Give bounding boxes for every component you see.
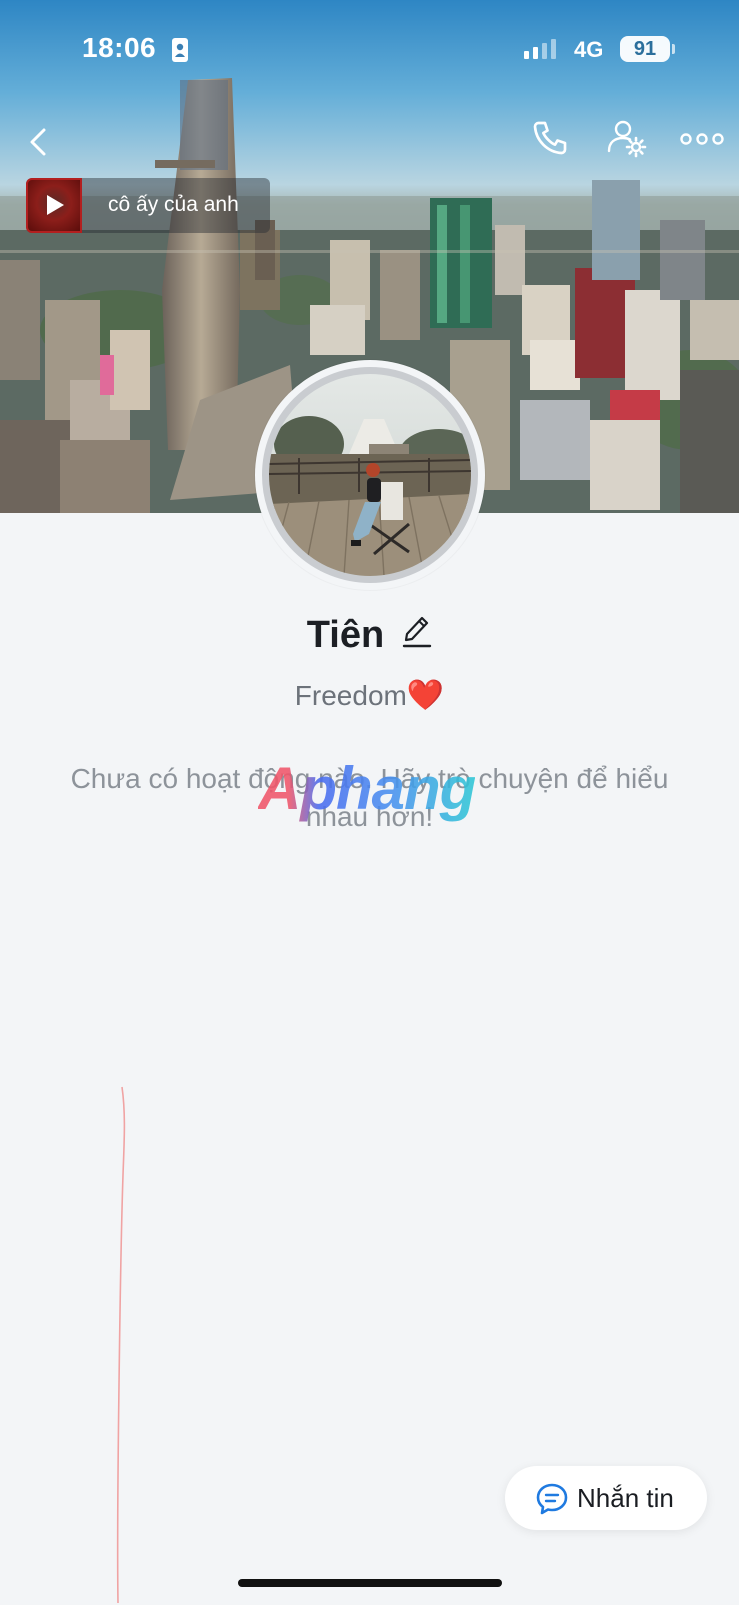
empty-activity-message: Chưa có hoạt động nào. Hãy trò chuyện để… — [70, 763, 669, 832]
more-options-button[interactable] — [680, 124, 724, 154]
pencil-icon — [403, 616, 432, 648]
play-icon — [47, 195, 64, 215]
bio-text: Freedom — [294, 680, 407, 711]
music-title: cô ấy của anh — [108, 193, 239, 216]
heart-emoji: ❤️ — [406, 679, 445, 712]
cellular-signal-icon — [524, 39, 556, 59]
status-time: 18:06 — [82, 32, 157, 63]
profile-settings-button[interactable] — [606, 118, 650, 162]
phone-icon — [533, 121, 567, 155]
send-message-label: Nhắn tin — [577, 1483, 674, 1513]
profile-name-row: Tiên — [0, 612, 739, 658]
profile-name: Tiên — [306, 613, 385, 656]
profile-music-chip[interactable]: cô ấy của anh — [26, 178, 270, 233]
call-button[interactable] — [530, 118, 570, 158]
edit-name-button[interactable] — [402, 612, 432, 658]
battery-indicator: 91 — [620, 36, 670, 62]
back-button[interactable] — [24, 122, 54, 162]
avatar[interactable] — [262, 367, 478, 583]
profile-bio: Freedom❤️ — [0, 678, 739, 713]
pink-scribble-mark — [116, 1086, 126, 1604]
ellipsis-icon — [680, 133, 724, 145]
network-type: 4G — [574, 37, 604, 62]
home-indicator[interactable] — [238, 1579, 502, 1587]
send-message-button[interactable]: Nhắn tin — [505, 1466, 707, 1530]
chat-bubble-icon — [536, 1483, 568, 1515]
chevron-left-icon — [30, 128, 46, 156]
user-gear-icon — [607, 120, 647, 158]
avatar-photo — [269, 374, 471, 576]
id-card-icon — [172, 38, 188, 62]
battery-cap — [672, 44, 675, 54]
